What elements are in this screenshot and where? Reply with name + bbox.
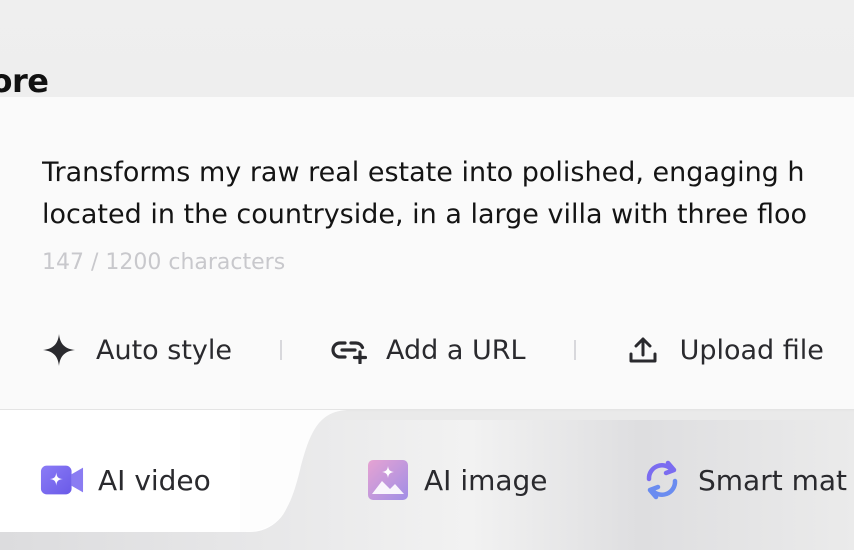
add-url-label: Add a URL: [386, 334, 526, 366]
toolbar-divider: [280, 340, 283, 360]
video-camera-icon: [40, 458, 84, 502]
prompt-line: Transforms my raw real estate into polis…: [42, 157, 805, 188]
prompt-line: located in the countryside, in a large v…: [42, 199, 808, 230]
upload-file-label: Upload file: [679, 334, 824, 366]
tab-smart-match[interactable]: Smart mat: [640, 458, 847, 502]
prompt-textarea[interactable]: Transforms my raw real estate into polis…: [42, 152, 854, 236]
auto-style-button[interactable]: Auto style: [40, 331, 232, 369]
toolbar-divider: [573, 340, 576, 360]
auto-style-label: Auto style: [96, 334, 233, 366]
section-heading: lore: [0, 62, 49, 100]
sparkle-icon: [40, 331, 78, 369]
add-url-button[interactable]: Add a URL: [330, 331, 526, 369]
image-icon: [366, 458, 410, 502]
upload-icon: [624, 331, 662, 369]
tab-ai-image-label: AI image: [424, 463, 548, 497]
tab-ai-video[interactable]: AI video: [40, 458, 211, 502]
prompt-toolbar: Auto style Add a URL Upload file: [40, 326, 824, 374]
add-link-icon: [330, 331, 368, 369]
tab-ai-video-label: AI video: [98, 463, 211, 497]
tab-ai-image[interactable]: AI image: [366, 458, 548, 502]
upload-file-button[interactable]: Upload file: [624, 331, 824, 369]
refresh-icon: [640, 458, 684, 502]
character-counter: 147 / 1200 characters: [42, 250, 286, 275]
tab-smart-match-label: Smart mat: [698, 463, 848, 497]
